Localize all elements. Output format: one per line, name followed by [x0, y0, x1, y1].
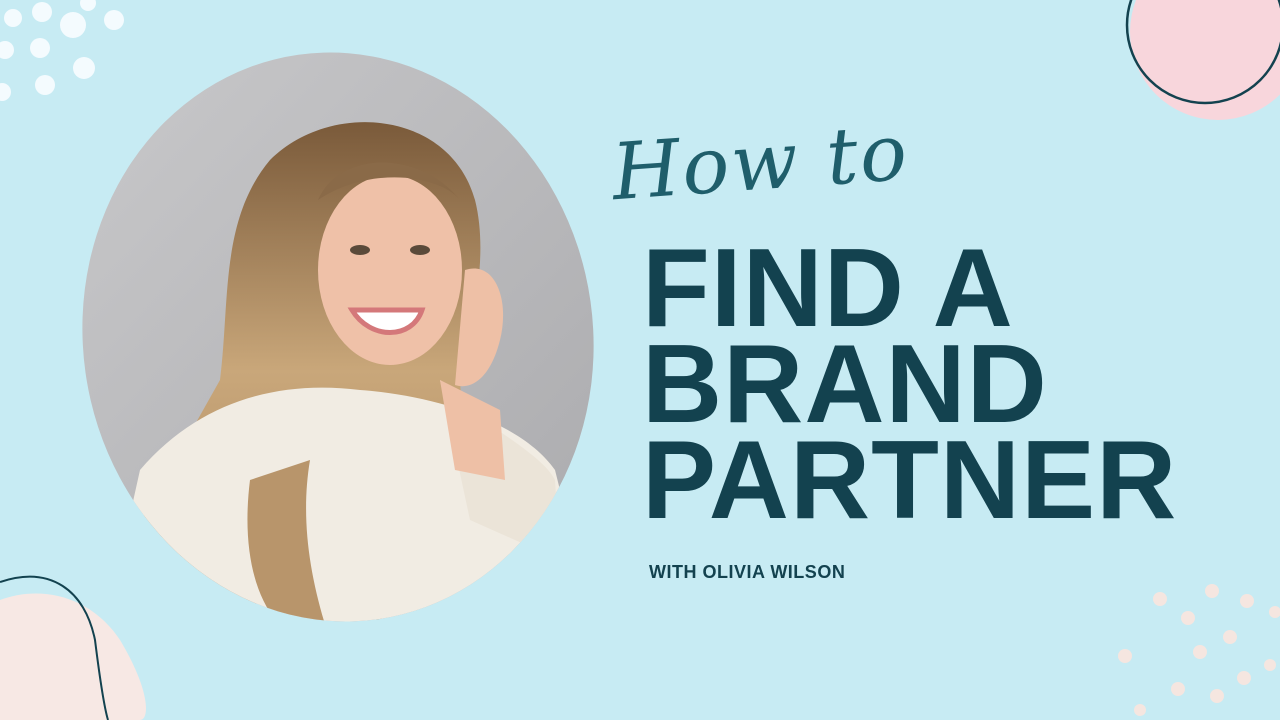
photo-oval — [60, 40, 620, 650]
face — [318, 175, 462, 365]
dots-bottom-right — [1118, 584, 1280, 716]
white-dots-top-left — [0, 0, 124, 101]
headline-line-3: PARTNER — [642, 418, 1178, 542]
subtitle: WITH OLIVIA WILSON — [649, 562, 846, 582]
peach-blob-bottom-left — [0, 575, 146, 720]
pink-circle-top-right — [1125, 0, 1280, 120]
headline: FIND A BRAND PARTNER — [642, 233, 1178, 542]
